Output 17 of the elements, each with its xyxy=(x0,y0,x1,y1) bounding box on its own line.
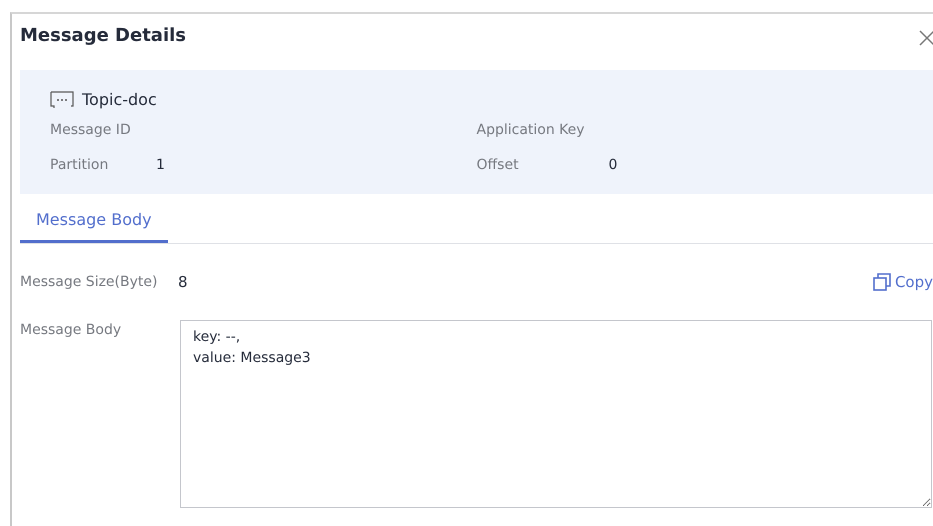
field-value: 1 xyxy=(156,156,165,175)
field-label: Message Size(Byte) xyxy=(20,272,158,292)
field-label: Message ID xyxy=(50,121,132,140)
topic-name: Topic-doc xyxy=(82,89,157,111)
dialog-title: Message Details xyxy=(20,24,186,48)
field-label: Message Body xyxy=(20,321,122,340)
copy-icon xyxy=(872,273,891,291)
message-icon xyxy=(50,91,74,109)
close-icon[interactable] xyxy=(919,30,933,46)
field-value: 0 xyxy=(608,156,618,175)
field-label: Application Key xyxy=(476,121,586,140)
message-body-field[interactable]: key: --, value: Message3 xyxy=(180,320,932,508)
field-value: 8 xyxy=(178,272,189,293)
tab[interactable]: Message Body xyxy=(20,198,168,243)
copy-button[interactable]: Copy xyxy=(872,270,933,294)
field-label: Partition xyxy=(50,156,110,175)
field-label: Offset xyxy=(476,156,520,175)
